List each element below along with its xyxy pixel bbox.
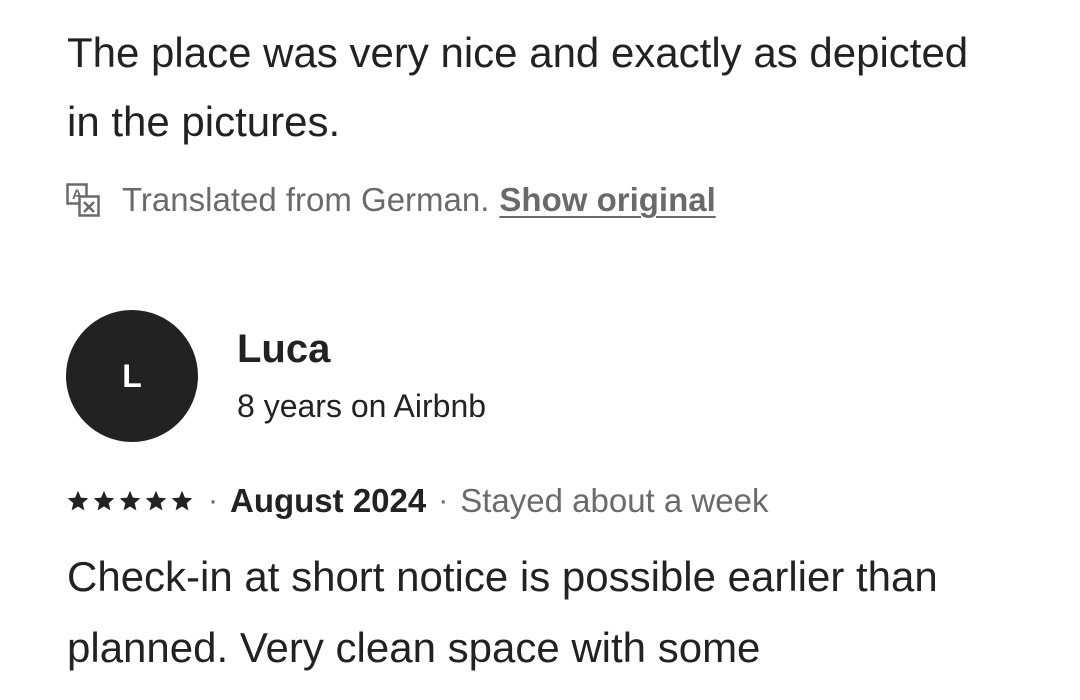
star-rating	[66, 489, 196, 513]
reviewer-header: L Luca 8 years on Airbnb	[66, 310, 486, 442]
star-icon	[93, 490, 115, 511]
avatar[interactable]: L	[66, 310, 198, 442]
review-meta: · August 2024 · Stayed about a week	[66, 478, 768, 524]
separator-dot: ·	[208, 484, 218, 517]
separator-dot: ·	[438, 484, 449, 517]
star-icon	[67, 490, 89, 511]
reviewer-name[interactable]: Luca	[237, 324, 486, 374]
reviewer-tenure: 8 years on Airbnb	[237, 388, 487, 424]
star-icon	[119, 490, 141, 511]
star-icon	[171, 490, 193, 511]
show-original-link[interactable]: Show original	[499, 181, 715, 219]
review-date: August 2024	[230, 482, 427, 519]
star-icon	[145, 490, 167, 511]
reviewer-info: Luca 8 years on Airbnb	[237, 324, 486, 428]
stay-length: Stayed about a week	[460, 482, 769, 519]
translation-notice: A Translated from German. Show original	[66, 178, 716, 222]
translation-note-text: Translated from German.	[122, 181, 490, 218]
avatar-initial: L	[122, 357, 142, 394]
review-text: Check-in at short notice is possible ear…	[67, 553, 938, 671]
previous-review-text: The place was very nice and exactly as d…	[67, 29, 969, 145]
translate-icon: A	[66, 183, 100, 217]
